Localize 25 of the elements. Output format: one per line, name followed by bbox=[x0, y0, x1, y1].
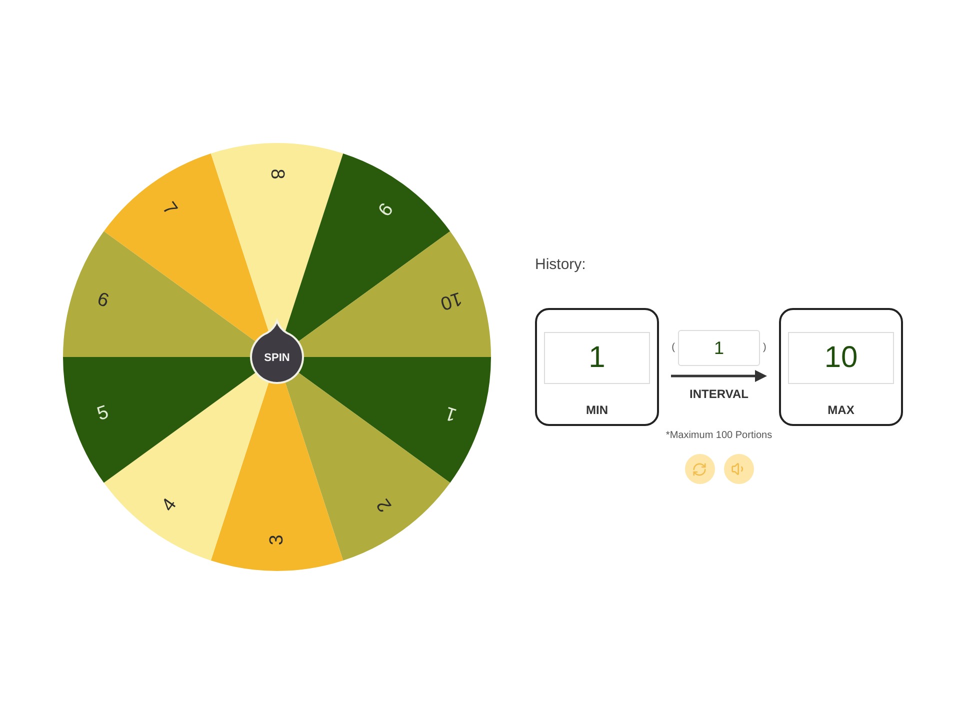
interval-field[interactable]: 1 bbox=[678, 330, 760, 366]
segment-label: 10 bbox=[438, 287, 464, 314]
min-label: MIN bbox=[586, 403, 608, 417]
min-field[interactable]: 1 bbox=[544, 332, 650, 384]
segment-label: 4 bbox=[158, 494, 182, 516]
open-parenthesis: ( bbox=[672, 342, 675, 354]
segment-label: 2 bbox=[372, 494, 396, 516]
interval-label: INTERVAL bbox=[690, 387, 748, 401]
spin-button[interactable]: SPIN bbox=[250, 320, 304, 384]
segment-label: 6 bbox=[94, 288, 112, 312]
right-arrow-icon bbox=[671, 370, 767, 382]
refresh-icon bbox=[692, 462, 707, 476]
segment-label: 5 bbox=[94, 402, 112, 426]
max-label: MAX bbox=[828, 403, 854, 417]
segment-label: 9 bbox=[372, 198, 396, 220]
segment-label: 8 bbox=[266, 168, 288, 180]
sound-button[interactable] bbox=[724, 454, 754, 484]
history-label: History: bbox=[535, 255, 586, 275]
segment-label: 1 bbox=[442, 402, 460, 426]
segment-label: 7 bbox=[158, 198, 182, 220]
refresh-button[interactable] bbox=[684, 454, 714, 484]
maximum-note: *Maximum 100 Portions bbox=[666, 430, 772, 442]
max-field[interactable]: 10 bbox=[788, 332, 894, 384]
close-parenthesis: ) bbox=[763, 342, 766, 354]
segment-label: 3 bbox=[266, 534, 288, 546]
